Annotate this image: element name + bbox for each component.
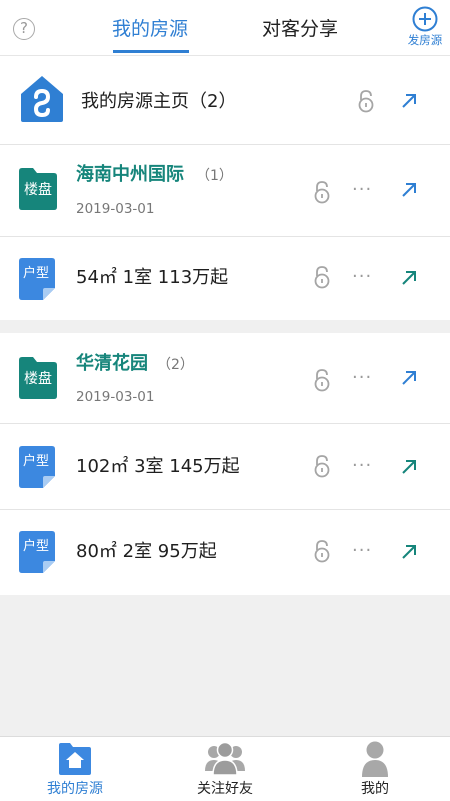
open-arrow-icon[interactable] xyxy=(400,543,418,561)
estate-date: 2019-03-01 xyxy=(76,389,155,405)
unlock-icon[interactable] xyxy=(312,180,332,204)
more-icon[interactable]: ··· xyxy=(352,542,372,560)
homepage-title: 我的房源主页（2） xyxy=(81,91,237,112)
unit-tag: 户型 xyxy=(22,454,49,469)
open-arrow-icon[interactable] xyxy=(400,92,418,110)
open-arrow-icon[interactable] xyxy=(400,269,418,287)
bottom-tab-bar: 我的房源 关注好友 我的 xyxy=(0,736,450,801)
homepage-row[interactable]: 我的房源主页（2） xyxy=(0,56,450,145)
friends-icon xyxy=(205,741,245,776)
help-icon[interactable]: ? xyxy=(13,18,35,40)
listing-group-2: 楼盘 华清花园 （2） 2019-03-01 ··· 户型 102㎡ 3室 14… xyxy=(0,333,450,595)
unit-row[interactable]: 户型 80㎡ 2室 95万起 ··· xyxy=(0,510,450,595)
tabbar-friends[interactable]: 关注好友 xyxy=(150,737,300,801)
post-listing-button[interactable]: 发房源 xyxy=(402,6,448,54)
unlock-icon[interactable] xyxy=(312,368,332,392)
open-arrow-icon[interactable] xyxy=(400,458,418,476)
tab-my-listings[interactable]: 我的房源 xyxy=(112,16,188,42)
post-listing-label: 发房源 xyxy=(407,33,443,47)
estate-name: 华清花园 xyxy=(76,353,148,374)
person-icon xyxy=(362,741,388,777)
unit-tag: 户型 xyxy=(22,539,49,554)
unit-summary: 54㎡ 1室 113万起 xyxy=(76,267,229,288)
unlock-icon[interactable] xyxy=(356,89,376,113)
unlock-icon[interactable] xyxy=(312,454,332,478)
more-icon[interactable]: ··· xyxy=(352,181,372,199)
top-bar: ? 我的房源 对客分享 发房源 xyxy=(0,0,450,56)
listing-group-1: 我的房源主页（2） 楼盘 海南中州国际 （1） 2019-03-01 ··· 户… xyxy=(0,56,450,320)
estate-name: 海南中州国际 xyxy=(76,164,184,185)
unit-tag: 户型 xyxy=(22,266,49,281)
unit-doc-icon: 户型 xyxy=(19,446,55,492)
tabbar-me[interactable]: 我的 xyxy=(300,737,450,801)
estate-tag: 楼盘 xyxy=(24,371,52,387)
unlock-icon[interactable] xyxy=(312,265,332,289)
unit-summary: 102㎡ 3室 145万起 xyxy=(76,456,240,477)
tabbar-label: 关注好友 xyxy=(197,781,253,797)
estate-folder-icon: 楼盘 xyxy=(19,357,57,403)
unit-doc-icon: 户型 xyxy=(19,258,55,304)
unit-row[interactable]: 户型 102㎡ 3室 145万起 ··· xyxy=(0,424,450,510)
estate-tag: 楼盘 xyxy=(24,182,52,198)
open-arrow-icon[interactable] xyxy=(400,181,418,199)
open-arrow-icon[interactable] xyxy=(400,369,418,387)
plus-circle-icon xyxy=(412,6,438,32)
tab-client-share[interactable]: 对客分享 xyxy=(262,16,338,42)
unlock-icon[interactable] xyxy=(312,539,332,563)
unit-row[interactable]: 户型 54㎡ 1室 113万起 ··· xyxy=(0,237,450,320)
tabbar-label: 我的房源 xyxy=(47,781,103,797)
estate-count: （2） xyxy=(157,357,194,373)
unit-doc-icon: 户型 xyxy=(19,531,55,577)
more-icon[interactable]: ··· xyxy=(352,369,372,387)
estate-folder-icon: 楼盘 xyxy=(19,168,57,214)
estate-date: 2019-03-01 xyxy=(76,201,155,217)
tabbar-my-listings[interactable]: 我的房源 xyxy=(0,737,150,801)
house-icon xyxy=(59,743,91,775)
more-icon[interactable]: ··· xyxy=(352,457,372,475)
unit-summary: 80㎡ 2室 95万起 xyxy=(76,541,217,562)
homepage-logo-icon xyxy=(21,76,63,122)
estate-row[interactable]: 楼盘 华清花园 （2） 2019-03-01 ··· xyxy=(0,333,450,424)
tabbar-label: 我的 xyxy=(361,781,389,797)
active-tab-indicator xyxy=(113,50,189,53)
estate-row[interactable]: 楼盘 海南中州国际 （1） 2019-03-01 ··· xyxy=(0,145,450,237)
more-icon[interactable]: ··· xyxy=(352,268,372,286)
estate-count: （1） xyxy=(196,168,233,184)
